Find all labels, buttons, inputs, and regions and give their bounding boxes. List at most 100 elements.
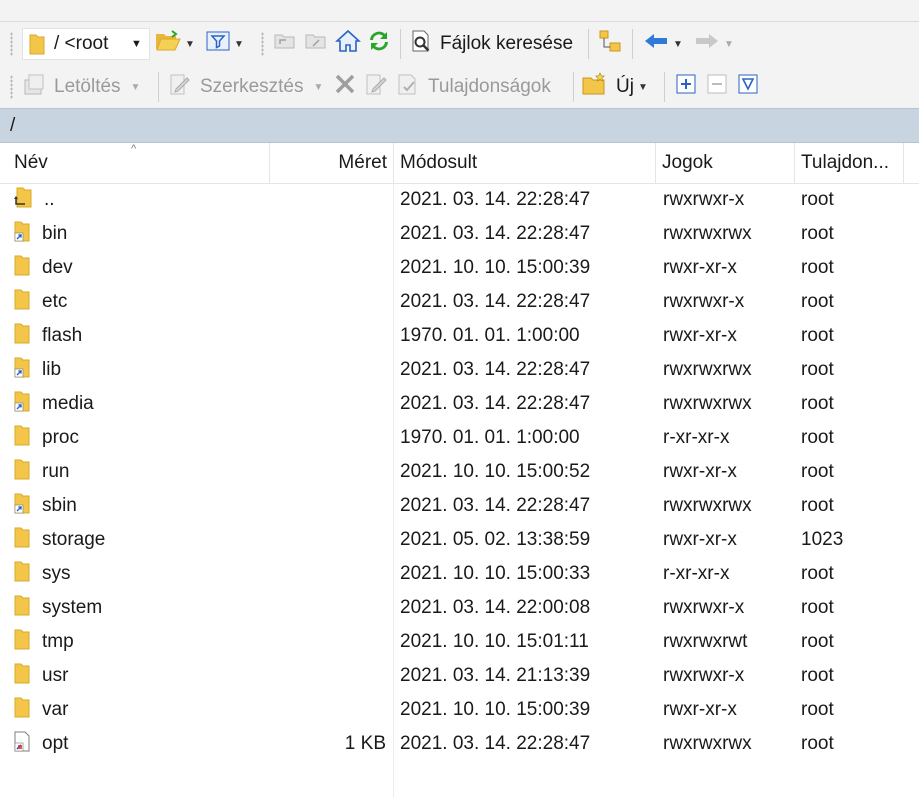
file-size [270, 591, 386, 625]
sort-ascending-icon: ^ [131, 143, 137, 155]
file-row[interactable]: proc 1970. 01. 01. 1:00:00 r-xr-xr-x root [0, 421, 919, 455]
file-modified: 2021. 03. 14. 22:28:47 [400, 495, 591, 516]
file-row[interactable]: etc 2021. 03. 14. 22:28:47 rwxrwxr-x root [0, 285, 919, 319]
file-permissions: r-xr-xr-x [663, 563, 730, 584]
home-directory-button[interactable] [334, 29, 362, 59]
file-size [270, 693, 386, 727]
edit-button[interactable]: Szerkesztés ▼ [168, 72, 323, 102]
file-permissions: rwxr-xr-x [663, 461, 737, 482]
file-row[interactable]: flash 1970. 01. 01. 1:00:00 rwxr-xr-x root [0, 319, 919, 353]
file-name: media [42, 393, 94, 414]
file-size [270, 455, 386, 489]
column-header-size[interactable]: Méret [270, 143, 394, 183]
file-modified: 2021. 03. 14. 22:28:47 [400, 359, 591, 380]
current-path-bar[interactable]: / [0, 108, 919, 143]
folder-link-icon [14, 492, 30, 520]
rename-button[interactable] [364, 72, 388, 102]
close-icon [334, 73, 356, 101]
file-name-cell: etc [14, 285, 67, 319]
toolbar-grip[interactable] [261, 32, 264, 56]
column-header-permissions[interactable]: Jogok [656, 143, 795, 183]
file-permissions: rwxr-xr-x [663, 257, 737, 278]
file-name: .. [44, 189, 55, 210]
filter-button[interactable]: ▼ [206, 29, 244, 59]
back-button[interactable]: ▼ [643, 29, 683, 59]
deselect-button[interactable] [707, 72, 727, 102]
refresh-button[interactable] [366, 29, 392, 59]
file-owner: root [801, 495, 834, 516]
toolbar-separator [632, 29, 633, 59]
file-row[interactable]: bin 2021. 03. 14. 22:28:47 rwxrwxrwx root [0, 217, 919, 251]
path-combo-dropdown-button[interactable]: ▼ [131, 29, 142, 59]
file-row[interactable]: var 2021. 10. 10. 15:00:39 rwxr-xr-x root [0, 693, 919, 727]
file-link-icon [14, 730, 30, 758]
toolbar-actions: Letöltés ▼ Szerkesztés ▼ Tulajdonságok Ú… [0, 65, 919, 108]
open-folder-button[interactable]: ▼ [155, 29, 195, 59]
toolbar-separator [400, 29, 401, 59]
file-owner: root [801, 359, 834, 380]
toolbar-grip[interactable] [10, 75, 13, 99]
file-permissions: rwxrwxr-x [663, 665, 745, 686]
file-name-cell: run [14, 455, 69, 489]
find-files-button[interactable]: Fájlok keresése [410, 29, 573, 59]
file-modified: 2021. 03. 14. 22:00:08 [400, 597, 591, 618]
file-name: sbin [42, 495, 77, 516]
file-row[interactable]: .. 2021. 03. 14. 22:28:47 rwxrwxr-x root [0, 183, 919, 217]
file-owner: root [801, 189, 834, 210]
delete-button[interactable] [334, 72, 356, 102]
column-header-modified[interactable]: Módosult [394, 143, 656, 183]
open-folder-icon [155, 30, 181, 58]
file-name-cell: bin [14, 217, 67, 251]
arrow-right-icon [694, 31, 720, 57]
folder-icon [14, 594, 30, 622]
filter-selection-button[interactable] [738, 72, 758, 102]
file-name-cell: tmp [14, 625, 74, 659]
new-label: Új [616, 76, 634, 97]
root-directory-button[interactable] [304, 29, 328, 59]
download-button[interactable]: Letöltés ▼ [22, 72, 140, 102]
file-name: lib [42, 359, 62, 380]
file-list[interactable]: Név ^ Méret Módosult Jogok Tulajdon... .… [0, 143, 919, 798]
file-size [270, 625, 386, 659]
file-row[interactable]: sys 2021. 10. 10. 15:00:33 r-xr-xr-x root [0, 557, 919, 591]
file-size [270, 523, 386, 557]
file-name: system [42, 597, 103, 618]
new-folder-icon [582, 72, 608, 102]
file-row[interactable]: system 2021. 03. 14. 22:00:08 rwxrwxr-x roo… [0, 591, 919, 625]
column-header-owner[interactable]: Tulajdon... [795, 143, 904, 183]
file-owner: root [801, 393, 834, 414]
file-permissions: rwxrwxrwx [663, 359, 752, 380]
chevron-down-icon: ▼ [313, 81, 324, 93]
file-name: storage [42, 529, 106, 550]
chevron-down-icon: ▼ [185, 38, 195, 50]
rename-icon [364, 72, 388, 102]
parent-directory-button[interactable] [273, 29, 297, 59]
column-header-name[interactable]: Név ^ [0, 143, 270, 183]
file-row[interactable]: lib 2021. 03. 14. 22:28:47 rwxrwxrwx root [0, 353, 919, 387]
folder-link-icon [14, 220, 30, 248]
file-size [270, 319, 386, 353]
file-row[interactable]: opt 1 KB 2021. 03. 14. 22:28:47 rwxrwxrwx ro… [0, 727, 919, 761]
new-button[interactable]: Új ▼ [582, 72, 648, 102]
tree-view-button[interactable] [598, 29, 622, 59]
file-row[interactable]: sbin 2021. 03. 14. 22:28:47 rwxrwxrwx root [0, 489, 919, 523]
properties-button[interactable]: Tulajdonságok [396, 72, 551, 102]
file-row[interactable]: storage 2021. 05. 02. 13:38:59 rwxr-xr-x 10… [0, 523, 919, 557]
file-row[interactable]: run 2021. 10. 10. 15:00:52 rwxr-xr-x root [0, 455, 919, 489]
file-row[interactable]: dev 2021. 10. 10. 15:00:39 rwxr-xr-x root [0, 251, 919, 285]
forward-button[interactable]: ▼ [694, 29, 734, 59]
file-owner: 1023 [801, 529, 844, 550]
file-modified: 1970. 01. 01. 1:00:00 [400, 325, 580, 346]
file-name: flash [42, 325, 83, 346]
select-all-button[interactable] [676, 72, 696, 102]
folder-icon [14, 322, 30, 350]
file-rows: .. 2021. 03. 14. 22:28:47 rwxrwxr-x root bin… [0, 183, 919, 761]
folder-icon [14, 458, 30, 486]
file-row[interactable]: tmp 2021. 10. 10. 15:01:11 rwxrwxrwt root [0, 625, 919, 659]
file-row[interactable]: media 2021. 03. 14. 22:28:47 rwxrwxrwx root [0, 387, 919, 421]
filter-icon [206, 30, 230, 58]
file-name-cell: proc [14, 421, 79, 455]
file-row[interactable]: usr 2021. 03. 14. 21:13:39 rwxrwxr-x root [0, 659, 919, 693]
file-modified: 2021. 10. 10. 15:00:39 [400, 699, 591, 720]
toolbar-grip[interactable] [10, 32, 13, 56]
